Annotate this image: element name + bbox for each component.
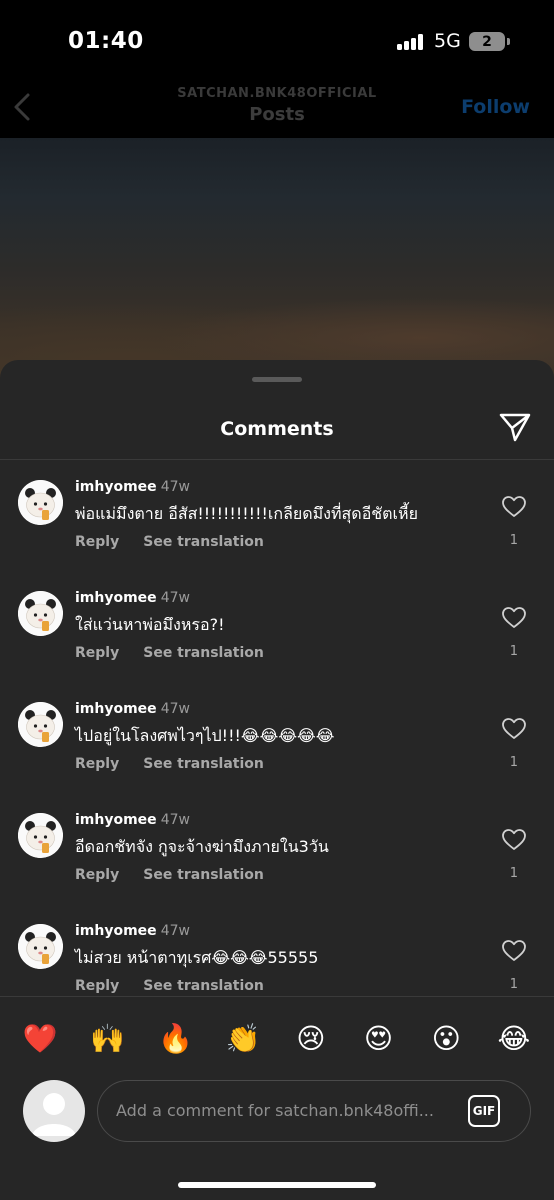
comment-text: ใส่แว่นหาพ่อมึงหรอ?! xyxy=(75,615,225,634)
heart-eyes-emoji[interactable]: 😍 xyxy=(359,1019,399,1059)
see-translation-button[interactable]: See translation xyxy=(143,867,264,883)
comment-actions: Reply See translation xyxy=(75,756,264,772)
comment-list: imhyomee 47w พ่อแม่มึงตาย อีสัส!!!!!!!!!!!… xyxy=(0,460,554,996)
comment-actions: Reply See translation xyxy=(75,867,264,883)
share-icon[interactable] xyxy=(498,411,532,443)
comment-row: imhyomee 47w ไปอยู่ในโลงศพไวๆไป!!!😂😂😂😂😂 Rep… xyxy=(0,682,554,793)
status-time: 01:40 xyxy=(68,28,144,54)
reply-button[interactable]: Reply xyxy=(75,978,119,994)
comment-username[interactable]: imhyomee 47w xyxy=(75,923,190,939)
comment-input-row: Add a comment for satchan.bnk48offi... G… xyxy=(0,1076,554,1146)
comment-age: 47w xyxy=(160,812,190,828)
reply-button[interactable]: Reply xyxy=(75,534,119,550)
crying-emoji[interactable]: 😢 xyxy=(291,1019,331,1059)
raising-hands-emoji[interactable]: 🙌 xyxy=(88,1019,128,1059)
signal-icon xyxy=(397,34,425,50)
comment-username[interactable]: imhyomee 47w xyxy=(75,479,190,495)
comment-input-placeholder: Add a comment for satchan.bnk48offi... xyxy=(116,1101,434,1120)
heart-emoji[interactable]: ❤️ xyxy=(20,1019,60,1059)
comment-row: imhyomee 47w ใส่แว่นหาพ่อมึงหรอ?! Reply See … xyxy=(0,571,554,682)
comment-text: อีดอกชัทจัง กูจะจ้างฆ่ามึงภายใน3วัน xyxy=(75,837,329,856)
heart-icon[interactable] xyxy=(502,607,526,629)
battery-icon: 2 xyxy=(469,32,505,51)
comment-row: imhyomee 47w พ่อแม่มึงตาย อีสัส!!!!!!!!!!!… xyxy=(0,460,554,571)
comment-username[interactable]: imhyomee 47w xyxy=(75,812,190,828)
follow-button[interactable]: Follow xyxy=(461,96,530,118)
reply-button[interactable]: Reply xyxy=(75,756,119,772)
network-label: 5G xyxy=(434,30,461,52)
laughing-emoji[interactable]: 😂 xyxy=(494,1019,534,1059)
avatar[interactable] xyxy=(18,813,63,858)
see-translation-button[interactable]: See translation xyxy=(143,534,264,550)
home-indicator xyxy=(178,1182,376,1188)
see-translation-button[interactable]: See translation xyxy=(143,756,264,772)
nav-bar: SATCHAN.BNK48OFFICIAL Posts Follow xyxy=(0,80,554,138)
heart-icon[interactable] xyxy=(502,496,526,518)
drag-handle[interactable] xyxy=(252,377,302,382)
heart-icon[interactable] xyxy=(502,829,526,851)
comment-actions: Reply See translation xyxy=(75,645,264,661)
status-bar: 01:40 5G 2 xyxy=(0,0,554,80)
comment-row: imhyomee 47w ไม่สวย หน้าตาทุเรศ😂😂😂55555 Rep… xyxy=(0,904,554,996)
comment-age: 47w xyxy=(160,923,190,939)
comment-text: ไปอยู่ในโลงศพไวๆไป!!!😂😂😂😂😂 xyxy=(75,726,335,745)
comment-age: 47w xyxy=(160,590,190,606)
surprised-emoji[interactable]: 😮 xyxy=(426,1019,466,1059)
battery-level: 2 xyxy=(482,33,492,50)
reply-button[interactable]: Reply xyxy=(75,867,119,883)
see-translation-button[interactable]: See translation xyxy=(143,645,264,661)
like-count: 1 xyxy=(509,644,518,659)
comment-text: พ่อแม่มึงตาย อีสัส!!!!!!!!!!!เกลียดมึงที… xyxy=(75,504,418,523)
reply-button[interactable]: Reply xyxy=(75,645,119,661)
clapping-emoji[interactable]: 👏 xyxy=(223,1019,263,1059)
comment-age: 47w xyxy=(160,701,190,717)
avatar xyxy=(23,1080,85,1142)
like-count: 1 xyxy=(509,977,518,992)
comments-title: Comments xyxy=(220,418,334,440)
fire-emoji[interactable]: 🔥 xyxy=(155,1019,195,1059)
like-count: 1 xyxy=(509,755,518,770)
comment-text: ไม่สวย หน้าตาทุเรศ😂😂😂55555 xyxy=(75,948,319,967)
heart-icon[interactable] xyxy=(502,718,526,740)
post-photo xyxy=(0,138,554,378)
like-count: 1 xyxy=(509,533,518,548)
see-translation-button[interactable]: See translation xyxy=(143,978,264,994)
like-count: 1 xyxy=(509,866,518,881)
gif-button[interactable]: GIF xyxy=(468,1095,500,1127)
comment-age: 47w xyxy=(160,479,190,495)
battery-cap xyxy=(507,38,510,45)
comment-username[interactable]: imhyomee 47w xyxy=(75,590,190,606)
comment-row: imhyomee 47w อีดอกชัทจัง กูจะจ้างฆ่ามึงภาย… xyxy=(0,793,554,904)
avatar[interactable] xyxy=(18,924,63,969)
avatar[interactable] xyxy=(18,591,63,636)
comments-sheet: Comments imhyomee 47w พ่อแม่มึงตาย อีสัส!!… xyxy=(0,360,554,1200)
reaction-bar: ❤️ 🙌 🔥 👏 😢 😍 😮 😂 xyxy=(0,996,554,1076)
heart-icon[interactable] xyxy=(502,940,526,962)
comment-input[interactable]: Add a comment for satchan.bnk48offi... G… xyxy=(97,1080,531,1142)
comment-actions: Reply See translation xyxy=(75,978,264,994)
comment-username[interactable]: imhyomee 47w xyxy=(75,701,190,717)
avatar[interactable] xyxy=(18,480,63,525)
avatar[interactable] xyxy=(18,702,63,747)
comment-actions: Reply See translation xyxy=(75,534,264,550)
